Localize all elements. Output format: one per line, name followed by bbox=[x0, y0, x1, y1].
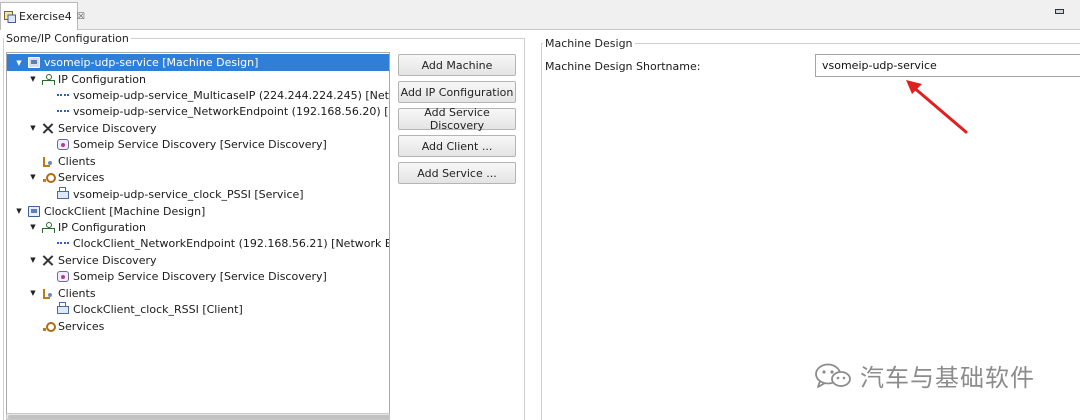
collapse-icon[interactable]: ▼ bbox=[14, 59, 24, 67]
tree-item-label: Clients bbox=[58, 154, 96, 168]
tree-item-services[interactable]: Services bbox=[7, 318, 389, 334]
editor-icon bbox=[4, 10, 16, 23]
tree-item-label: Service Discovery bbox=[58, 253, 157, 267]
network-endpoint-icon bbox=[57, 242, 69, 246]
tree-item-services[interactable]: ▼ Services bbox=[7, 169, 389, 185]
collapse-icon[interactable]: ▼ bbox=[28, 256, 38, 264]
annotation-arrow-icon bbox=[906, 80, 968, 134]
machine-icon bbox=[28, 57, 40, 68]
tree-item-machine[interactable]: ▼ vsomeip-udp-service [Machine Design] bbox=[7, 54, 389, 71]
network-endpoint-icon bbox=[57, 94, 69, 98]
client-instance-icon bbox=[57, 302, 69, 314]
tree-item-ip-configuration[interactable]: ▼ IP Configuration bbox=[7, 219, 389, 235]
add-service-discovery-button[interactable]: Add Service Discovery bbox=[398, 106, 516, 132]
add-machine-button[interactable]: Add Machine bbox=[398, 54, 516, 76]
tree-item-service-discovery[interactable]: ▼ Service Discovery bbox=[7, 120, 389, 136]
tab-exercise4[interactable]: Exercise4 ☒ bbox=[0, 2, 85, 30]
add-client-button[interactable]: Add Client ... bbox=[398, 135, 516, 157]
tree-item-ip-configuration[interactable]: ▼ IP Configuration bbox=[7, 71, 389, 87]
tree-item-client-instance[interactable]: ClockClient_clock_RSSI [Client] bbox=[7, 301, 389, 317]
tree-item-network-endpoint[interactable]: ClockClient_NetworkEndpoint (192.168.56.… bbox=[7, 235, 389, 251]
tree-item-someip-sd[interactable]: Someip Service Discovery [Service Discov… bbox=[7, 268, 389, 284]
tree-item-machine[interactable]: ▼ ClockClient [Machine Design] bbox=[7, 203, 389, 219]
collapse-icon[interactable]: ▼ bbox=[28, 75, 38, 83]
tab-label: Exercise4 bbox=[19, 10, 72, 23]
tree-item-service-discovery[interactable]: ▼ Service Discovery bbox=[7, 252, 389, 268]
add-ip-configuration-button[interactable]: Add IP Configuration bbox=[398, 81, 516, 103]
service-instance-icon bbox=[57, 187, 69, 199]
services-icon bbox=[42, 172, 56, 183]
scrollbar-thumb[interactable] bbox=[8, 415, 390, 419]
someip-sd-icon bbox=[57, 270, 69, 282]
tree-item-label: Service Discovery bbox=[58, 121, 157, 135]
collapse-icon[interactable]: ▼ bbox=[28, 124, 38, 132]
tree-item-label: IP Configuration bbox=[58, 72, 146, 86]
shortname-label: Machine Design Shortname: bbox=[545, 60, 701, 73]
tree-item-network-endpoint[interactable]: vsomeip-udp-service_NetworkEndpoint (192… bbox=[7, 103, 389, 119]
editor-tab-bar: Exercise4 ☒ bbox=[0, 0, 1080, 30]
tab-close-icon[interactable]: ☒ bbox=[77, 12, 85, 22]
group-title: Machine Design bbox=[543, 37, 635, 50]
tree-item-clients[interactable]: Clients bbox=[7, 153, 389, 169]
machine-icon bbox=[28, 205, 40, 217]
add-service-button[interactable]: Add Service ... bbox=[398, 162, 516, 184]
tree-item-network-endpoint[interactable]: vsomeip-udp-service_MulticaseIP (224.244… bbox=[7, 87, 389, 103]
someip-sd-icon bbox=[57, 138, 69, 150]
tree-item-label: ClockClient [Machine Design] bbox=[44, 204, 206, 218]
tree-item-someip-sd[interactable]: Someip Service Discovery [Service Discov… bbox=[7, 136, 389, 152]
tree-item-label: vsomeip-udp-service_NetworkEndpoint (192… bbox=[73, 104, 389, 118]
tree-item-label: IP Configuration bbox=[58, 220, 146, 234]
clients-icon bbox=[42, 156, 54, 167]
service-discovery-icon bbox=[42, 255, 54, 266]
tree-item-label: Services bbox=[58, 319, 105, 333]
tree-item-label: Someip Service Discovery [Service Discov… bbox=[73, 137, 327, 151]
clients-icon bbox=[42, 288, 54, 299]
tree-item-label: Clients bbox=[58, 286, 96, 300]
configuration-tree[interactable]: ▼ vsomeip-udp-service [Machine Design] ▼… bbox=[6, 52, 390, 420]
group-title: Some/IP Configuration bbox=[4, 32, 131, 45]
minimize-icon[interactable] bbox=[1055, 9, 1064, 14]
tree-item-label: Services bbox=[58, 170, 105, 184]
tree-item-label: ClockClient_NetworkEndpoint (192.168.56.… bbox=[73, 236, 389, 250]
collapse-icon[interactable]: ▼ bbox=[28, 223, 38, 231]
network-endpoint-icon bbox=[57, 110, 69, 114]
service-discovery-icon bbox=[42, 123, 54, 134]
wechat-icon bbox=[814, 362, 852, 390]
tree-horizontal-scrollbar[interactable] bbox=[6, 413, 390, 420]
tree-item-label: Someip Service Discovery [Service Discov… bbox=[73, 269, 327, 283]
tree-item-label: vsomeip-udp-service_clock_PSSI [Service] bbox=[73, 187, 304, 201]
collapse-icon[interactable]: ▼ bbox=[14, 207, 24, 215]
tree-item-label: vsomeip-udp-service [Machine Design] bbox=[44, 56, 259, 69]
ip-configuration-icon bbox=[42, 221, 55, 233]
services-icon bbox=[42, 321, 56, 332]
tree-item-service-instance[interactable]: vsomeip-udp-service_clock_PSSI [Service] bbox=[7, 186, 389, 202]
ip-configuration-icon bbox=[42, 73, 55, 85]
tree-item-label: vsomeip-udp-service_MulticaseIP (224.244… bbox=[73, 88, 389, 102]
collapse-icon[interactable]: ▼ bbox=[28, 289, 38, 297]
collapse-icon[interactable]: ▼ bbox=[28, 173, 38, 181]
tree-item-clients[interactable]: ▼ Clients bbox=[7, 285, 389, 301]
watermark-text: 汽车与基础软件 bbox=[860, 364, 1035, 392]
watermark: 汽车与基础软件 bbox=[814, 358, 1035, 393]
tree-item-label: ClockClient_clock_RSSI [Client] bbox=[73, 302, 243, 316]
